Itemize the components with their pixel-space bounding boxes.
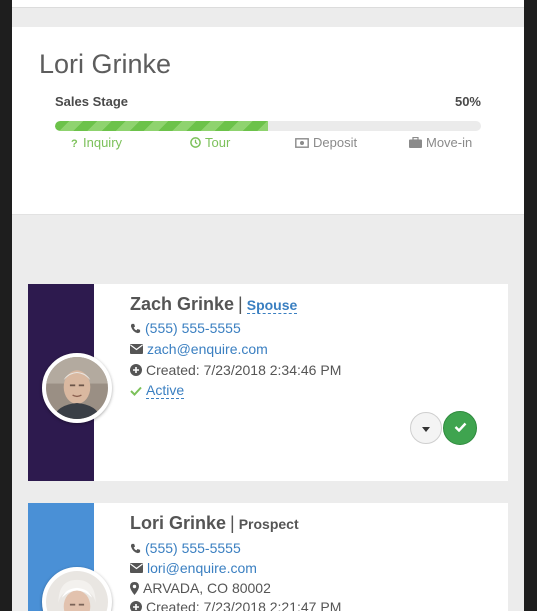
svg-text:?: ? [71,138,78,148]
avatar [42,353,112,423]
contact-name: Zach Grinke [130,294,235,314]
contact-created-row: Created: 7/23/2018 2:21:47 PM [130,599,341,611]
page-title: Lori Grinke [39,49,172,79]
checkmark-icon [454,419,467,437]
contact-card[interactable]: Zach Grinke | Spouse (555) 555-5555 zach@e… [28,284,508,481]
contact-email-row: zach@enquire.com [130,341,268,357]
contact-name-row: Zach Grinke | Spouse [130,294,298,315]
sales-stage-label: Sales Stage [55,94,128,109]
contact-location-row: ARVADA, CO 80002 [130,580,271,596]
contact-phone-row: (555) 555-5555 [130,320,241,336]
clock-icon [190,137,201,148]
created-date: Created: 7/23/2018 2:21:47 PM [146,599,342,611]
step-deposit[interactable]: Deposit [295,135,357,150]
sales-stage-percent: 50% [454,94,481,109]
contact-created-row: Created: 7/23/2018 2:34:46 PM [130,362,341,378]
sales-stage-progress-fill [55,121,268,131]
contact-card[interactable]: Lori Grinke | Prospect (555) 555-5555 lori… [28,503,508,611]
step-label: Deposit [313,135,358,150]
name-separator: | [238,294,243,314]
status-link[interactable]: Active [146,382,185,399]
name-separator: | [230,513,235,533]
top-strip [12,0,524,8]
contact-status-row: Active [130,382,185,399]
app-screen: Lori Grinke Sales Stage 50% ? Inquiry To… [12,0,524,611]
phone-icon [130,323,141,334]
envelope-icon [130,344,143,354]
money-icon [295,137,309,148]
contact-email-row: lori@enquire.com [130,560,257,576]
email-link[interactable]: lori@enquire.com [147,560,257,576]
relationship-label: Prospect [238,516,299,532]
step-tour[interactable]: Tour [190,135,230,150]
sales-stage-card: Lori Grinke Sales Stage 50% ? Inquiry To… [12,27,524,215]
phone-icon [130,543,141,554]
confirm-button[interactable] [443,411,477,445]
plus-circle-icon [130,364,142,376]
email-link[interactable]: zach@enquire.com [147,341,268,357]
actions-dropdown-button[interactable] [410,412,442,444]
location-text: ARVADA, CO 80002 [143,580,271,596]
step-label: Inquiry [83,135,123,150]
check-icon [130,386,142,396]
phone-link[interactable]: (555) 555-5555 [145,540,241,556]
step-label: Move-in [426,135,473,150]
step-label: Tour [205,135,231,150]
caret-down-icon [422,419,430,437]
question-icon: ? [71,137,79,148]
map-marker-icon [130,581,139,595]
step-move-in[interactable]: Move-in [409,135,472,150]
contact-phone-row: (555) 555-5555 [130,540,241,556]
contact-name: Lori Grinke [130,513,227,533]
plus-circle-icon [130,601,142,611]
briefcase-icon [409,137,422,148]
envelope-icon [130,563,143,573]
contact-name-row: Lori Grinke | Prospect [130,513,299,534]
phone-link[interactable]: (555) 555-5555 [145,320,241,336]
step-inquiry[interactable]: ? Inquiry [71,135,122,150]
relationship-link[interactable]: Spouse [246,297,298,314]
created-date: Created: 7/23/2018 2:34:46 PM [146,362,342,378]
sales-stage-progress [55,121,481,131]
